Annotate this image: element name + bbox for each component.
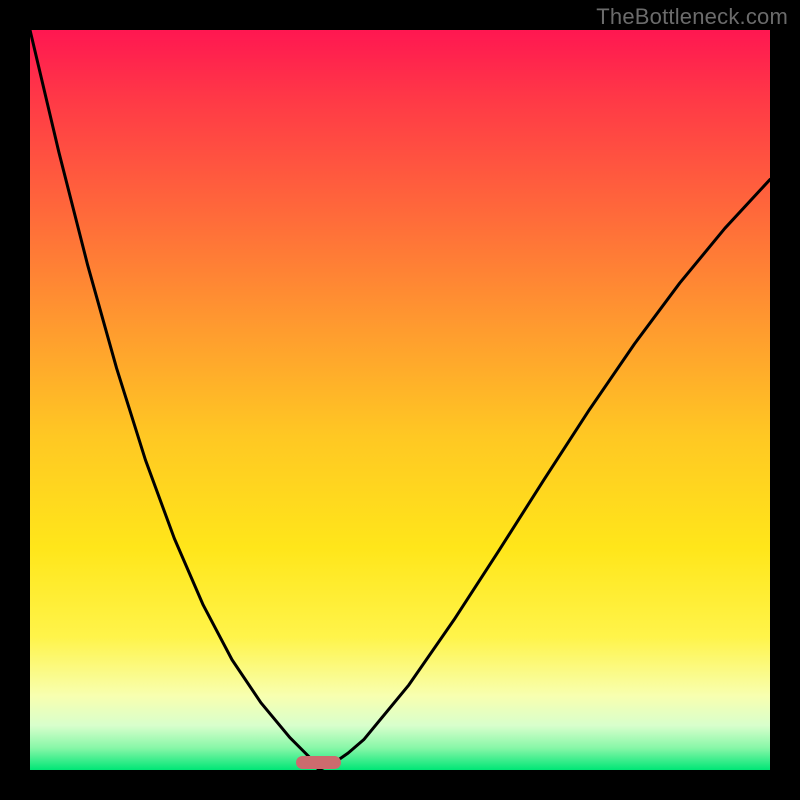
watermark-text: TheBottleneck.com xyxy=(596,4,788,30)
chart-plot-area xyxy=(30,30,770,770)
minimum-marker xyxy=(296,756,340,769)
gradient-background xyxy=(30,30,770,770)
